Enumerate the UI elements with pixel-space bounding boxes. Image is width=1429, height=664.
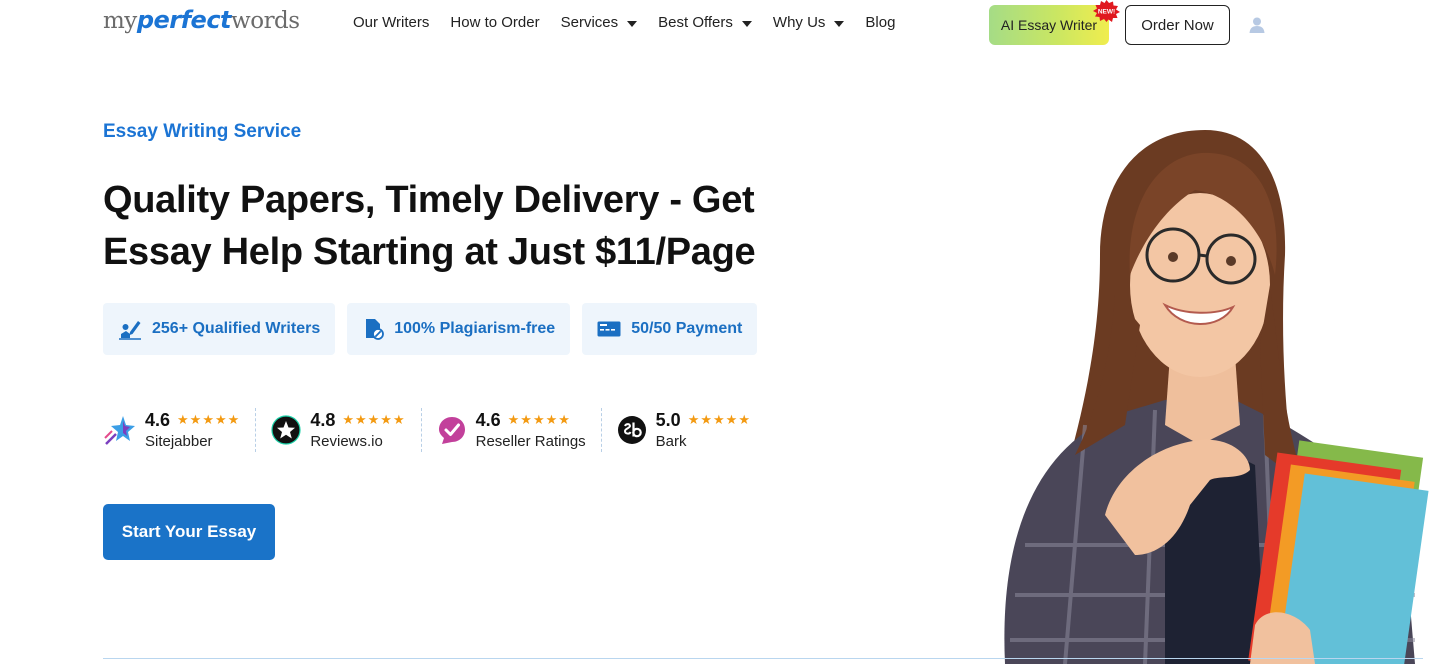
nav-label: Services bbox=[560, 14, 619, 31]
nav-blog[interactable]: Blog bbox=[865, 14, 895, 31]
chevron-down-icon bbox=[627, 20, 638, 27]
nav-our-writers[interactable]: Our Writers bbox=[353, 14, 429, 31]
rating-bark[interactable]: 5.0 ★★★★★ Bark bbox=[617, 410, 766, 450]
feature-label: 50/50 Payment bbox=[631, 320, 743, 337]
rating-info: 4.6 ★★★★★ Sitejabber bbox=[145, 410, 240, 450]
star-rating-icon: ★★★★★ bbox=[342, 413, 406, 428]
rating-source-name: Sitejabber bbox=[145, 433, 213, 450]
site-logo[interactable]: myperfectwords bbox=[103, 6, 300, 35]
bark-icon bbox=[617, 416, 646, 444]
nav-services[interactable]: Services bbox=[561, 14, 638, 31]
reviewsio-icon bbox=[271, 415, 301, 445]
order-now-button[interactable]: Order Now bbox=[1125, 5, 1230, 45]
rating-top: 4.6 ★★★★★ bbox=[145, 410, 240, 431]
new-badge-icon: NEW! bbox=[1093, 0, 1120, 22]
ratings-row: 4.6 ★★★★★ Sitejabber 4.8 ★★★★★ Reviews.i… bbox=[103, 408, 766, 452]
order-button-label: Order Now bbox=[1141, 16, 1214, 34]
writer-pen-icon bbox=[119, 321, 141, 340]
rating-top: 4.6 ★★★★★ bbox=[476, 410, 586, 431]
rating-top: 4.8 ★★★★★ bbox=[310, 410, 405, 431]
logo-text-words: words bbox=[231, 8, 300, 34]
logo-text-perfect: perfect bbox=[136, 6, 232, 34]
nav-label: Blog bbox=[865, 14, 896, 31]
rating-divider bbox=[600, 408, 602, 452]
rating-score: 4.8 bbox=[310, 410, 336, 430]
rating-score: 4.6 bbox=[475, 410, 501, 430]
rating-score: 5.0 bbox=[655, 410, 681, 430]
ai-button-label: AI Essay Writer bbox=[1000, 17, 1098, 33]
user-icon[interactable] bbox=[1248, 16, 1266, 34]
section-divider bbox=[103, 658, 1423, 659]
nav-why-us[interactable]: Why Us bbox=[773, 14, 845, 31]
rating-sitejabber[interactable]: 4.6 ★★★★★ Sitejabber bbox=[103, 410, 255, 450]
feature-payment: 50/50 Payment bbox=[582, 303, 758, 355]
feature-label: 256+ Qualified Writers bbox=[152, 320, 321, 337]
site-header: myperfectwords Our Writers How to Order … bbox=[0, 0, 1429, 50]
rating-info: 4.8 ★★★★★ Reviews.io bbox=[310, 410, 405, 450]
ai-essay-writer-button[interactable]: AI Essay Writer bbox=[989, 5, 1109, 45]
document-check-icon bbox=[366, 319, 385, 340]
nav-label: Best Offers bbox=[658, 14, 733, 31]
feature-qualified-writers: 256+ Qualified Writers bbox=[103, 303, 336, 355]
cta-label: Start Your Essay bbox=[121, 522, 257, 541]
hero-headline: Quality Papers, Timely Delivery - Get Es… bbox=[103, 179, 756, 273]
rating-info: 5.0 ★★★★★ Bark bbox=[656, 410, 751, 450]
resellerratings-icon bbox=[438, 417, 465, 444]
feature-label: 100% Plagiarism-free bbox=[394, 320, 556, 337]
rating-reviewsio[interactable]: 4.8 ★★★★★ Reviews.io bbox=[271, 410, 420, 450]
logo-text-my: my bbox=[103, 8, 137, 34]
star-rating-icon: ★★★★★ bbox=[687, 413, 751, 428]
credit-card-icon bbox=[597, 321, 621, 337]
rating-divider bbox=[420, 408, 422, 452]
hero-eyebrow: Essay Writing Service bbox=[103, 121, 302, 142]
new-badge-text: NEW! bbox=[1098, 9, 1115, 16]
rating-divider bbox=[255, 408, 257, 452]
feature-plagiarism-free: 100% Plagiarism-free bbox=[347, 303, 571, 355]
nav-label: How to Order bbox=[450, 14, 540, 31]
nav-label: Our Writers bbox=[353, 14, 430, 31]
star-rating-icon: ★★★★★ bbox=[177, 413, 241, 428]
feature-badges: 256+ Qualified Writers 100% Plagiarism-f… bbox=[103, 303, 758, 355]
chevron-down-icon bbox=[741, 20, 752, 27]
rating-source-name: Reseller Ratings bbox=[475, 433, 586, 450]
rating-score: 4.6 bbox=[145, 410, 171, 430]
rating-top: 5.0 ★★★★★ bbox=[656, 410, 751, 431]
nav-how-to-order[interactable]: How to Order bbox=[450, 14, 539, 31]
rating-info: 4.6 ★★★★★ Reseller Ratings bbox=[476, 410, 586, 450]
nav-label: Why Us bbox=[772, 14, 826, 31]
main-nav: Our Writers How to Order Services Best O… bbox=[353, 14, 895, 31]
chevron-down-icon bbox=[834, 20, 845, 27]
rating-source-name: Bark bbox=[655, 433, 687, 450]
sitejabber-icon bbox=[104, 415, 135, 445]
rating-resellerratings[interactable]: 4.6 ★★★★★ Reseller Ratings bbox=[437, 410, 601, 450]
nav-best-offers[interactable]: Best Offers bbox=[658, 14, 752, 31]
hero-student-image bbox=[1004, 130, 1429, 664]
start-your-essay-button[interactable]: Start Your Essay bbox=[103, 504, 275, 560]
star-rating-icon: ★★★★★ bbox=[507, 413, 571, 428]
rating-source-name: Reviews.io bbox=[310, 433, 383, 450]
